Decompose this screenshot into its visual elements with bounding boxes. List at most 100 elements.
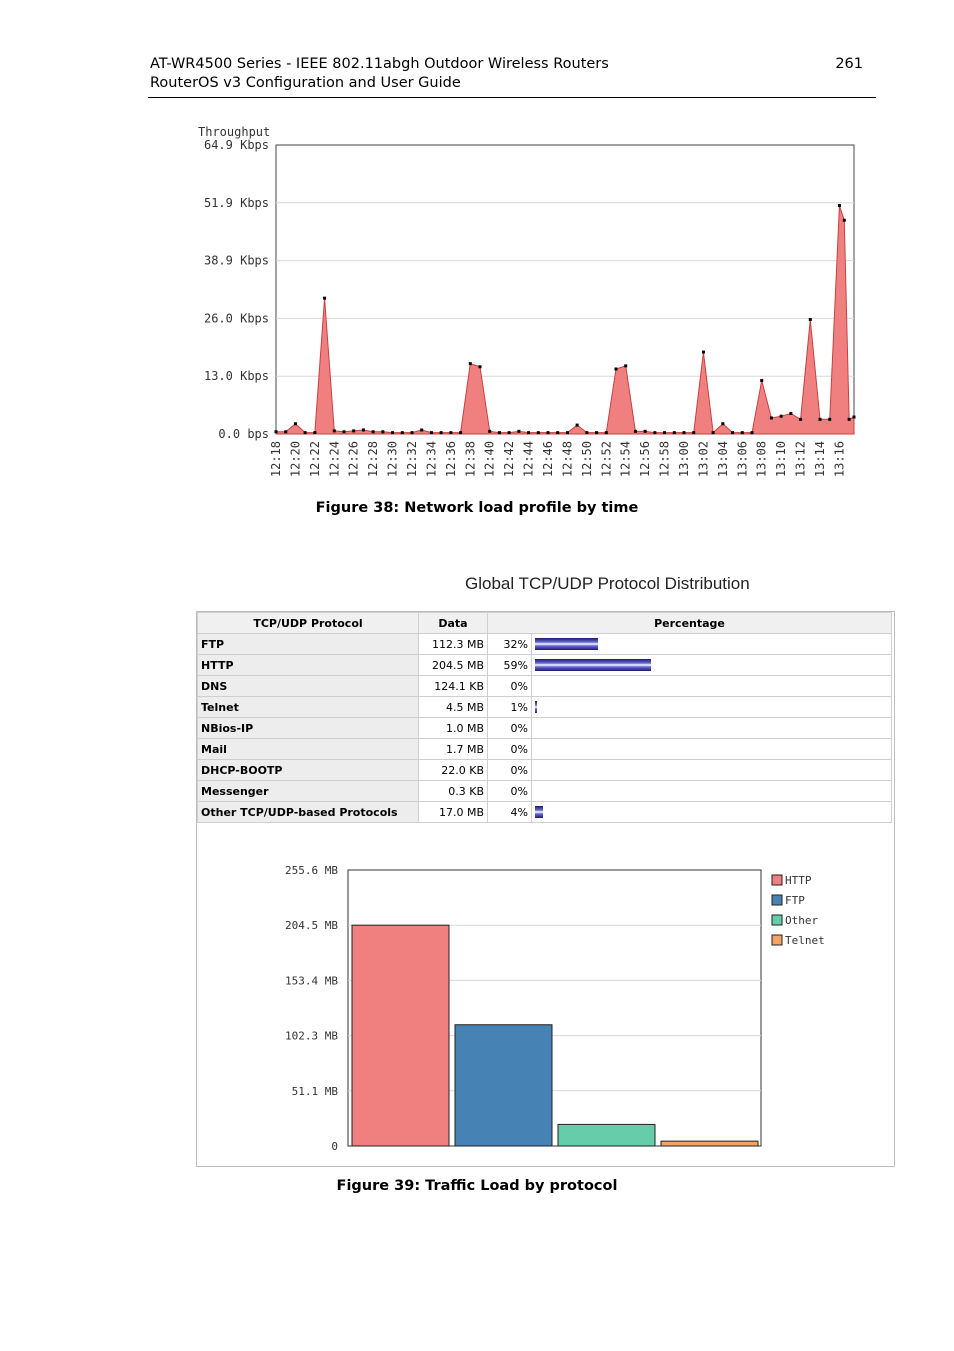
x-tick-label: 13:14 bbox=[813, 441, 827, 477]
protocol-percent: 0% bbox=[487, 717, 532, 739]
x-tick-label: 13:16 bbox=[832, 441, 846, 477]
data-point bbox=[828, 417, 832, 421]
table-row: NBios-IP 1.0 MB 0% bbox=[197, 717, 892, 739]
data-point bbox=[614, 367, 618, 371]
table-row: DNS 124.1 KB 0% bbox=[197, 675, 892, 697]
protocol-percent: 32% bbox=[487, 633, 532, 655]
protocol-name: DHCP-BOOTP bbox=[197, 759, 419, 781]
data-point bbox=[381, 430, 385, 434]
y-tick-label: 204.5 MB bbox=[285, 919, 338, 932]
data-point bbox=[352, 429, 356, 433]
data-point bbox=[342, 430, 346, 434]
protocol-percent: 59% bbox=[487, 654, 532, 676]
x-tick-label: 12:46 bbox=[541, 441, 555, 477]
y-axis-label: Throughput bbox=[198, 125, 270, 139]
percent-bar-cell bbox=[531, 696, 892, 718]
data-point bbox=[847, 417, 851, 421]
legend-swatch bbox=[771, 914, 783, 926]
percent-bar-cell bbox=[531, 759, 892, 781]
protocol-data: 204.5 MB bbox=[418, 654, 488, 676]
x-tick-label: 13:04 bbox=[716, 441, 730, 477]
x-tick-label: 13:00 bbox=[677, 441, 691, 477]
percent-bar bbox=[535, 701, 537, 713]
data-point bbox=[536, 431, 540, 435]
data-point bbox=[595, 431, 599, 435]
legend-label: Telnet bbox=[785, 934, 825, 947]
data-point bbox=[663, 431, 667, 435]
data-point bbox=[633, 429, 637, 433]
data-point bbox=[488, 429, 492, 433]
x-tick-label: 12:58 bbox=[658, 441, 672, 477]
data-point bbox=[284, 430, 288, 434]
bar-http bbox=[351, 924, 450, 1147]
data-point bbox=[779, 414, 783, 418]
protocol-name: HTTP bbox=[197, 654, 419, 676]
protocol-percent: 0% bbox=[487, 738, 532, 760]
x-tick-label: 12:28 bbox=[366, 441, 380, 477]
bar-ftp bbox=[454, 1024, 553, 1147]
data-point bbox=[459, 431, 463, 435]
data-point bbox=[750, 431, 754, 435]
table-row: FTP 112.3 MB 32% bbox=[197, 633, 892, 655]
data-point bbox=[789, 412, 793, 416]
data-point bbox=[721, 422, 725, 426]
percent-bar-cell bbox=[531, 780, 892, 802]
protocol-percent: 0% bbox=[487, 759, 532, 781]
x-tick-label: 12:30 bbox=[386, 441, 400, 477]
percent-bar-cell bbox=[531, 801, 892, 823]
data-point bbox=[313, 431, 317, 435]
data-point bbox=[478, 365, 482, 369]
percent-bar bbox=[535, 659, 651, 671]
x-tick-label: 12:40 bbox=[483, 441, 497, 477]
data-point bbox=[808, 318, 812, 322]
protocol-data: 1.7 MB bbox=[418, 738, 488, 760]
data-point bbox=[556, 431, 560, 435]
col-data-header: Data bbox=[418, 612, 488, 634]
y-tick-label: 64.9 Kbps bbox=[204, 138, 269, 152]
percent-bar-cell bbox=[531, 633, 892, 655]
data-point bbox=[740, 431, 744, 435]
data-point bbox=[837, 204, 841, 208]
data-point bbox=[449, 431, 453, 435]
page-number: 261 bbox=[835, 56, 863, 72]
data-point bbox=[672, 431, 676, 435]
y-tick-label: 51.1 MB bbox=[292, 1085, 339, 1098]
protocol-name: Mail bbox=[197, 738, 419, 760]
protocol-percent: 4% bbox=[487, 801, 532, 823]
protocol-name: Messenger bbox=[197, 780, 419, 802]
table-row: HTTP 204.5 MB 59% bbox=[197, 654, 892, 676]
percent-bar-cell bbox=[531, 654, 892, 676]
protocol-bar-chart: 0 51.1 MB 102.3 MB 153.4 MB 204.5 MB 255.6 MB… bbox=[285, 864, 825, 1153]
data-point bbox=[439, 431, 443, 435]
percent-bar-cell bbox=[531, 717, 892, 739]
data-point bbox=[303, 431, 307, 435]
protocol-data: 17.0 MB bbox=[418, 801, 488, 823]
data-point bbox=[701, 350, 705, 354]
data-point bbox=[410, 431, 414, 435]
x-tick-label: 12:22 bbox=[308, 441, 322, 477]
legend-swatch bbox=[771, 934, 783, 946]
legend-label: FTP bbox=[785, 894, 805, 907]
percent-bar bbox=[535, 806, 543, 818]
table-row: Mail 1.7 MB 0% bbox=[197, 738, 892, 760]
y-tick-label: 13.0 Kbps bbox=[204, 369, 269, 383]
x-tick-label: 12:20 bbox=[288, 441, 302, 477]
x-tick-label: 12:24 bbox=[327, 441, 341, 477]
plot-frame bbox=[275, 144, 855, 435]
x-tick-label: 12:34 bbox=[424, 441, 438, 477]
protocol-name: Other TCP/UDP-based Protocols bbox=[197, 801, 419, 823]
table-header-row: TCP/UDP Protocol Data Percentage bbox=[197, 612, 892, 634]
running-header: AT-WR4500 Series - IEEE 802.11abgh Outdo… bbox=[150, 55, 875, 93]
percent-bar-cell bbox=[531, 675, 892, 697]
x-tick-label: 13:10 bbox=[774, 441, 788, 477]
x-tick-label: 12:42 bbox=[502, 441, 516, 477]
legend-swatch bbox=[771, 894, 783, 906]
data-point bbox=[391, 431, 395, 435]
protocol-name: DNS bbox=[197, 675, 419, 697]
legend-label: HTTP bbox=[785, 874, 812, 887]
x-tick-label: 12:54 bbox=[619, 441, 633, 477]
data-point bbox=[517, 429, 521, 433]
header-subtitle: RouterOS v3 Configuration and User Guide bbox=[150, 75, 461, 91]
legend-label: Other bbox=[785, 914, 818, 927]
y-tick-label: 51.9 Kbps bbox=[204, 196, 269, 210]
